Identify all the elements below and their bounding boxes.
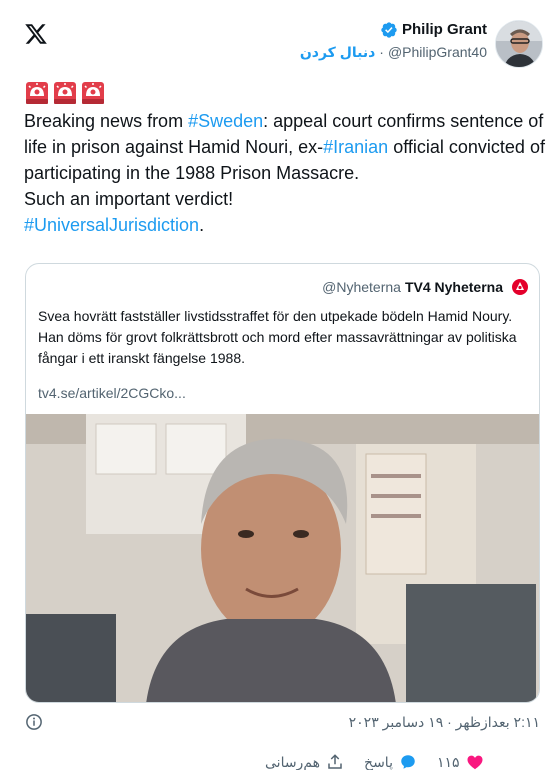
share-label: هم‌رسانی: [265, 753, 321, 770]
quoted-tweet[interactable]: @Nyheterna TV4 Nyheterna Svea hovrätt fa…: [25, 263, 540, 703]
like-count: ۱۱۵: [436, 753, 460, 770]
tweet-text: Breaking news from #Sweden: appeal court…: [24, 111, 545, 235]
emoji-row: [25, 81, 105, 105]
tweet-meta: ۲:۱۱ بعدازظهر · ۱۹ دسامبر ۲۰۲۳: [25, 712, 540, 732]
separator-dot: ·: [379, 44, 384, 60]
quote-author-name: TV4 Nyheterna: [404, 279, 503, 295]
like-button[interactable]: ۱۱۵: [437, 753, 484, 770]
quote-link[interactable]: tv4.se/artikel/2CGCko...: [38, 385, 186, 401]
author-handle[interactable]: @PhilipGrant40: [388, 42, 487, 62]
reply-label: پاسخ: [364, 753, 393, 770]
quote-body: Svea hovrätt fastställer livstidsstraffe…: [38, 308, 517, 366]
tweet-timestamp[interactable]: ۲:۱۱ بعدازظهر · ۱۹ دسامبر ۲۰۲۳: [349, 714, 540, 731]
quote-photo[interactable]: [26, 414, 539, 702]
action-bar: ۱۱۵ پاسخ هم‌رسانی: [265, 753, 484, 770]
siren-icon: [82, 82, 104, 104]
hashtag-link[interactable]: #UniversalJurisdiction: [24, 215, 199, 235]
follow-button[interactable]: دنبال کردن: [300, 42, 375, 62]
quote-header: @Nyheterna TV4 Nyheterna: [322, 278, 529, 296]
hashtag-link[interactable]: #Iranian: [323, 137, 388, 157]
tv4-logo-icon: [511, 278, 529, 296]
verified-badge-icon: [380, 21, 398, 39]
share-upload-icon: [328, 754, 342, 769]
author-header: Philip Grant دنبال کردن · @PhilipGrant40: [300, 20, 543, 68]
siren-icon: [54, 82, 76, 104]
tweet-card: Philip Grant دنبال کردن · @PhilipGrant40: [10, 0, 555, 770]
quote-handle: @Nyheterna: [322, 279, 401, 295]
reply-bubble-icon: [401, 755, 415, 769]
author-display-name[interactable]: Philip Grant: [402, 20, 487, 40]
hashtag-link[interactable]: #Sweden: [188, 111, 263, 131]
heart-icon: [467, 755, 483, 770]
reply-button[interactable]: پاسخ: [364, 753, 417, 770]
siren-icon: [26, 82, 48, 104]
info-icon[interactable]: [25, 713, 43, 731]
author-avatar[interactable]: [495, 20, 543, 68]
x-logo-icon[interactable]: [24, 22, 48, 46]
share-button[interactable]: هم‌رسانی: [265, 753, 344, 770]
